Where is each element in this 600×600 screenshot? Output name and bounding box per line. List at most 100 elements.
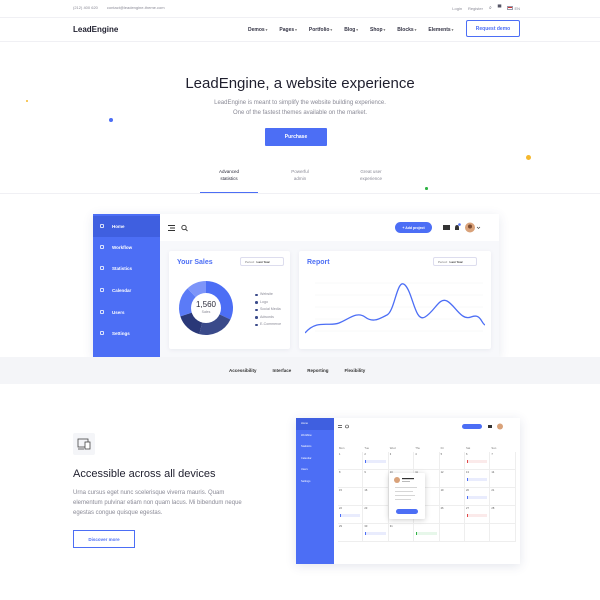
avatar[interactable] [497, 423, 503, 430]
sidebar-item-users[interactable]: Users [296, 464, 334, 476]
tab-reporting[interactable]: Reporting [307, 368, 328, 373]
calendar-event[interactable] [416, 532, 437, 535]
nav-pages[interactable]: Pages [279, 27, 296, 33]
calendar-event[interactable] [467, 478, 488, 481]
calendar-event[interactable] [365, 532, 386, 535]
add-project-button[interactable]: + Add project [395, 222, 432, 233]
mail-icon[interactable] [488, 425, 492, 428]
calendar-event[interactable] [467, 514, 488, 517]
cart-icon[interactable]: ▀ [498, 5, 502, 11]
hero-subtitle-line: One of the fastest themes available on t… [232, 110, 368, 116]
period-label: Period: [438, 259, 448, 264]
calendar-day-cell[interactable]: 12 [439, 470, 465, 488]
tab-flexibility[interactable]: Flexibility [345, 368, 366, 373]
calendar-event[interactable] [340, 514, 361, 517]
statistics-icon [100, 266, 104, 270]
calendar-day-cell[interactable]: 16 [363, 488, 389, 506]
calendar-day-cell[interactable]: 23 [363, 506, 389, 524]
calendar-day-header: Sat [466, 446, 471, 450]
sidebar-item-users[interactable]: Users [93, 302, 160, 323]
tab-advanced-statistics[interactable]: Advanced statistics [200, 168, 258, 193]
legend-item: Website [255, 291, 281, 299]
calendar-day-cell[interactable]: 19 [439, 488, 465, 506]
sidebar-item-calendar[interactable]: Calendar [296, 453, 334, 465]
add-project-button[interactable] [462, 424, 482, 429]
sidebar-item-statistics[interactable]: Statistics [93, 258, 160, 279]
nav-shop[interactable]: Shop [370, 27, 385, 33]
legend-item: Logo [255, 299, 281, 307]
calendar-day-cell[interactable] [465, 524, 491, 542]
sidebar-item-calendar[interactable]: Calendar [93, 280, 160, 301]
calendar-day-cell[interactable]: 14 [490, 470, 516, 488]
sidebar-item-workflow[interactable]: Workflow [296, 430, 334, 442]
sidebar-item-settings[interactable]: Settings [296, 476, 334, 488]
search-icon[interactable] [345, 424, 349, 429]
calendar-event[interactable] [467, 496, 488, 499]
search-icon[interactable] [181, 224, 188, 232]
sidebar-item-workflow[interactable]: Workflow [93, 237, 160, 258]
discover-more-button[interactable]: Discover more [73, 530, 135, 548]
login-link[interactable]: Login [452, 6, 462, 11]
sidebar-item-label: Settings [112, 331, 130, 336]
report-period-select[interactable]: Period: Last Year [433, 257, 477, 266]
menu-icon[interactable] [338, 425, 342, 428]
register-link[interactable]: Register [468, 6, 483, 11]
calendar-day-cell[interactable]: 7 [490, 452, 516, 470]
tab-label: Advanced [218, 169, 239, 174]
sidebar-item-settings[interactable]: Settings [93, 323, 160, 344]
calendar-day-cell[interactable]: 28 [490, 506, 516, 524]
contact-info: (212) 400 620 contact@leadengine-theme.c… [73, 5, 165, 10]
calendar-day-cell[interactable]: 9 [363, 470, 389, 488]
tab-powerful-admin[interactable]: Powerful admin [271, 168, 329, 193]
calendar-event[interactable] [467, 460, 488, 463]
settings-icon [100, 331, 104, 335]
purchase-button[interactable]: Purchase [265, 128, 327, 146]
nav-blocks[interactable]: Blocks [397, 27, 416, 33]
avatar[interactable] [465, 222, 475, 233]
hero-title: LeadEngine, a website experience [185, 75, 415, 92]
nav-portfolio[interactable]: Portfolio [309, 27, 332, 33]
tab-label: admin [293, 176, 307, 181]
calendar-day-cell[interactable]: 5 [439, 452, 465, 470]
calendar-day-cell[interactable] [439, 524, 465, 542]
flag-icon [507, 6, 514, 11]
section-tabs-bar: Accessibility Interface Reporting Flexib… [0, 357, 600, 384]
sidebar-item-home[interactable]: Home [296, 418, 334, 430]
sales-card: Your Sales Period: Last Year 1,560 Sales … [169, 251, 290, 349]
sidebar-item-home[interactable]: Home [93, 216, 160, 237]
calendar-day-cell[interactable]: 8 [338, 470, 364, 488]
tab-interface[interactable]: Interface [273, 368, 292, 373]
calendar-day-cell[interactable]: 3 [388, 452, 415, 470]
calendar-day-cell[interactable] [490, 524, 516, 542]
calendar-day-cell[interactable]: 15 [338, 488, 364, 506]
tab-label: statistics [220, 176, 238, 181]
calendar-day-cell[interactable]: 26 [439, 506, 465, 524]
tab-great-user-experience[interactable]: Great user experience [342, 168, 400, 193]
tab-accessibility[interactable]: Accessibility [229, 368, 257, 373]
phone-link[interactable]: (212) 400 620 [73, 5, 98, 10]
calendar-day-header: Fri [440, 446, 444, 450]
nav-blog[interactable]: Blog [344, 27, 358, 33]
menu-icon[interactable] [168, 225, 175, 231]
topbar-icons [443, 222, 481, 233]
calendar-day-cell[interactable]: 1 [338, 452, 364, 470]
search-icon[interactable]: ⌕ [489, 5, 492, 11]
calendar-day-cell[interactable]: 31 [388, 524, 415, 542]
calendar-day-cell[interactable]: 21 [490, 488, 516, 506]
sidebar-item-statistics[interactable]: Statistics [296, 441, 334, 453]
sales-period-select[interactable]: Period: Last Year [240, 257, 284, 266]
request-demo-button[interactable]: Request demo [466, 20, 520, 37]
calendar-day-cell[interactable]: 29 [338, 524, 364, 542]
language-switcher[interactable]: EN [507, 6, 520, 11]
logo[interactable]: LeadEngine [73, 25, 118, 34]
popup-action-button[interactable] [396, 509, 418, 514]
nav-demos[interactable]: Demos [248, 27, 267, 33]
calendar-day-cell[interactable]: 4 [414, 452, 440, 470]
bell-icon[interactable] [455, 223, 461, 230]
chevron-down-icon[interactable] [476, 226, 481, 229]
email-link[interactable]: contact@leadengine-theme.com [107, 5, 165, 10]
nav-elements[interactable]: Elements [428, 27, 453, 33]
calendar-day-header: Mon [339, 446, 345, 450]
calendar-event[interactable] [365, 460, 386, 463]
mail-icon[interactable] [443, 225, 450, 230]
